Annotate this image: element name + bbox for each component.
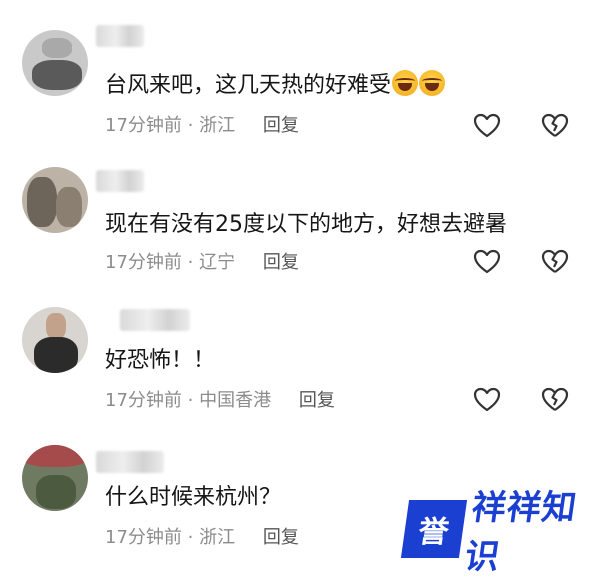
comment-text: 什么时候来杭州？ [105,485,282,510]
comment-location: 辽宁 [199,252,236,273]
comment-meta: 17分钟前 · 中国香港 回复 [105,389,335,413]
comment-text: 好恐怖！！ [105,348,216,373]
like-heart-icon[interactable] [472,247,502,277]
avatar[interactable] [22,30,88,96]
dislike-broken-heart-icon[interactable] [540,385,570,415]
separator-dot: · [187,252,194,273]
comment-text: 现在有没有25度以下的地方，好想去避暑 [105,212,507,237]
laughing-crying-emoji-icon [419,70,446,96]
comment-meta: 17分钟前 · 浙江 回复 [105,114,299,138]
username-blurred[interactable] [120,309,190,331]
reply-button[interactable]: 回复 [299,390,335,411]
watermark-logo: 誉 祥祥知识 [400,488,600,577]
avatar[interactable] [22,445,88,511]
laughing-crying-emoji-icon [392,70,419,96]
logo-char: 祥 [469,488,510,528]
comment-location: 浙江 [199,527,236,548]
separator-dot: · [187,115,194,136]
comment-meta: 17分钟前 · 辽宁 回复 [105,251,299,275]
dislike-broken-heart-icon[interactable] [540,247,570,277]
comment-item: 好恐怖！！ 17分钟前 · 中国香港 回复 [0,305,600,445]
logo-badge: 誉 [400,500,468,558]
dislike-broken-heart-icon[interactable] [540,111,570,141]
like-heart-icon[interactable] [472,111,502,141]
comment-item: 现在有没有25度以下的地方，好想去避暑 17分钟前 · 辽宁 回复 [0,165,600,305]
reply-button[interactable]: 回复 [263,527,299,548]
comment-location: 中国香港 [199,390,272,411]
reply-button[interactable]: 回复 [263,252,299,273]
like-heart-icon[interactable] [472,385,502,415]
comment-time: 17分钟前 [105,115,182,136]
avatar[interactable] [22,307,88,373]
comment-text: 台风来吧，这几天热的好难受 [105,70,446,101]
username-blurred[interactable] [96,170,144,192]
username-blurred[interactable] [96,451,164,473]
logo-text: 祥祥知识 [462,480,600,578]
reply-button[interactable]: 回复 [263,115,299,136]
comment-location: 浙江 [199,115,236,136]
separator-dot: · [187,390,194,411]
logo-badge-char: 誉 [416,515,451,550]
avatar[interactable] [22,167,88,233]
comment-time: 17分钟前 [105,527,182,548]
comment-item: 台风来吧，这几天热的好难受 17分钟前 · 浙江 回复 [0,25,600,165]
username-blurred[interactable] [96,25,144,47]
separator-dot: · [187,527,194,548]
comment-meta: 17分钟前 · 浙江 回复 [105,526,299,550]
comment-time: 17分钟前 [105,252,182,273]
comment-time: 17分钟前 [105,390,182,411]
